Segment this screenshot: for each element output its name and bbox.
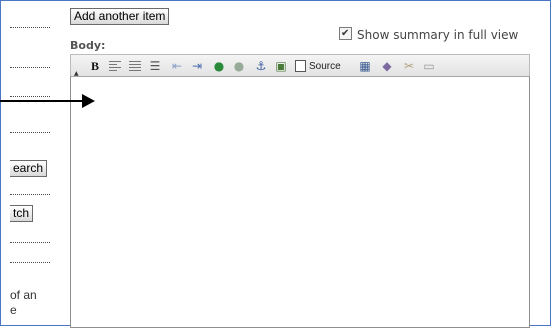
sidebar-divider bbox=[10, 27, 50, 28]
sidebar-divider bbox=[10, 194, 50, 195]
source-icon bbox=[295, 60, 306, 72]
source-label: Source bbox=[309, 60, 341, 72]
link-icon[interactable]: ● bbox=[211, 58, 227, 74]
bulleted-list-icon[interactable]: ☰ bbox=[147, 58, 163, 74]
match-button[interactable]: tch bbox=[10, 205, 34, 222]
description-fragment: e bbox=[10, 303, 17, 317]
horizontal-rule-icon[interactable]: ▭ bbox=[421, 58, 437, 74]
editor-toolbar: ▲ B ☰ ⇤ ⇥ ● ● ⚓ ▣ Source ▦ ◆ ✂ ▭ bbox=[70, 54, 530, 77]
left-sidebar: earch tch of an e bbox=[0, 0, 58, 326]
image-icon[interactable]: ▣ bbox=[273, 58, 289, 74]
align-left-icon[interactable] bbox=[107, 58, 123, 74]
body-field-label: Body: bbox=[70, 39, 106, 52]
search-button[interactable]: earch bbox=[10, 160, 48, 177]
unlink-icon[interactable]: ● bbox=[231, 58, 247, 74]
show-summary-checkbox[interactable]: ✔ bbox=[339, 27, 352, 40]
show-summary-label: Show summary in full view bbox=[357, 28, 519, 42]
sidebar-divider bbox=[10, 96, 50, 97]
body-editor[interactable] bbox=[70, 76, 530, 328]
sidebar-divider bbox=[10, 242, 50, 243]
sidebar-divider bbox=[10, 67, 50, 68]
sidebar-divider bbox=[10, 262, 50, 263]
special-char-icon[interactable]: ◆ bbox=[379, 58, 395, 74]
show-summary-toggle[interactable]: ✔ Show summary in full view bbox=[339, 27, 518, 43]
indent-icon[interactable]: ⇥ bbox=[189, 58, 205, 74]
outdent-icon[interactable]: ⇤ bbox=[169, 58, 185, 74]
check-icon: ✔ bbox=[341, 28, 350, 39]
bold-icon[interactable]: B bbox=[87, 58, 103, 74]
pointer-arrow-icon bbox=[82, 94, 95, 108]
source-button[interactable]: Source bbox=[295, 58, 341, 74]
paste-word-icon[interactable]: ▦ bbox=[357, 58, 373, 74]
sidebar-divider bbox=[10, 132, 50, 133]
cut-icon[interactable]: ✂ bbox=[401, 58, 417, 74]
justify-icon[interactable] bbox=[127, 58, 143, 74]
anchor-icon[interactable]: ⚓ bbox=[253, 58, 269, 74]
description-fragment: of an bbox=[10, 288, 37, 302]
add-another-item-button[interactable]: Add another item bbox=[70, 8, 170, 25]
pointer-arrow-line bbox=[0, 100, 84, 102]
